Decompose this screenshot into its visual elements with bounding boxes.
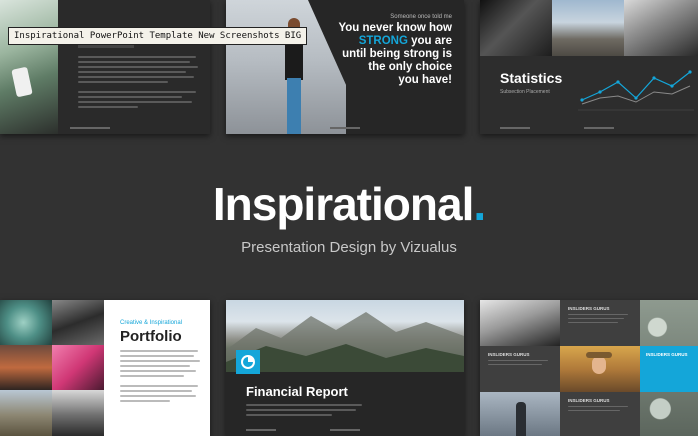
grid-label-1: INSLIDERS GURUS	[568, 306, 610, 311]
hero-title-text: Inspirational	[212, 178, 474, 230]
stats-title: Statistics	[500, 70, 563, 86]
slide-body-text	[78, 56, 198, 111]
stats-subtitle: Subsection Placement	[500, 89, 550, 95]
slide-grid: INSLIDERS GURUS INSLIDERS GURUS INSLIDER…	[480, 300, 698, 436]
financial-body-text	[246, 404, 366, 419]
quote-strong: STRONG	[358, 35, 408, 47]
slide-photo-plant	[0, 0, 58, 134]
slide-footer-right	[330, 429, 360, 431]
grid-cell-2: INSLIDERS GURUS	[480, 346, 560, 392]
financial-pie-icon	[236, 350, 260, 374]
grid-photo-arch	[480, 300, 560, 346]
portfolio-photo-hills	[0, 390, 52, 436]
slide-statistics: Statistics Subsection Placement	[480, 0, 698, 134]
slide-footer	[70, 127, 110, 129]
slide-footer-right	[584, 127, 614, 129]
grid-cell-3: INSLIDERS GURUS	[640, 346, 698, 392]
series-blue	[581, 71, 691, 101]
slide-text-page	[0, 0, 210, 134]
grid-label-3: INSLIDERS GURUS	[646, 352, 688, 357]
series-grey	[581, 85, 691, 105]
slide-footer	[246, 429, 276, 431]
stats-photo-building	[480, 0, 552, 56]
quote-line-2b: you are	[407, 35, 452, 47]
portfolio-photo-car	[52, 345, 104, 390]
stats-photo-mountain	[552, 0, 624, 56]
mountain-silhouette	[226, 312, 464, 372]
screenshot-caption: Inspirational PowerPoint Template New Sc…	[8, 27, 308, 45]
grid-photo-woman	[560, 346, 640, 392]
grid-label-2: INSLIDERS GURUS	[488, 352, 530, 357]
financial-title: Financial Report	[246, 384, 348, 399]
quote-line-1: You never know how	[338, 22, 452, 34]
portfolio-body-text	[120, 350, 200, 405]
quote-small: Someone once told me	[390, 14, 452, 20]
stats-photo-camera	[624, 0, 698, 56]
hero-title-dot: .	[473, 178, 486, 230]
quote-line-3: until being strong is	[342, 48, 452, 60]
portfolio-photo-rails	[52, 300, 104, 345]
slide-footer	[330, 127, 360, 129]
grid-cell-1: INSLIDERS GURUS	[560, 300, 640, 346]
slide-portfolio: Creative & Inspirational Portfolio	[0, 300, 210, 436]
quote-line-5: you have!	[398, 74, 452, 86]
portfolio-photo-tower	[52, 390, 104, 436]
quote-text: You never know how STRONG you are until …	[338, 22, 452, 87]
portfolio-title: Portfolio	[120, 328, 182, 345]
hero-subtitle: Presentation Design by Vizualus	[241, 239, 457, 256]
slide-footer	[500, 127, 530, 129]
grid-photo-person	[480, 392, 560, 436]
quote-line-4: the only choice	[368, 61, 452, 73]
grid-cell-4: INSLIDERS GURUS	[560, 392, 640, 436]
portfolio-photo-succulent	[0, 300, 52, 345]
portfolio-kicker: Creative & Inspirational	[120, 320, 183, 326]
pie-chart-icon	[241, 355, 255, 369]
slide-quote: Someone once told me You never know how …	[226, 0, 464, 134]
hero-title: Inspirational.	[0, 176, 698, 232]
portfolio-photo-bridge	[0, 345, 52, 390]
slide-financial-report: Financial Report	[226, 300, 464, 436]
stats-line-chart	[578, 70, 694, 111]
grid-label-4: INSLIDERS GURUS	[568, 398, 610, 403]
quote-line-2: STRONG you are	[338, 35, 452, 48]
presentation-preview: Someone once told me You never know how …	[0, 0, 698, 436]
